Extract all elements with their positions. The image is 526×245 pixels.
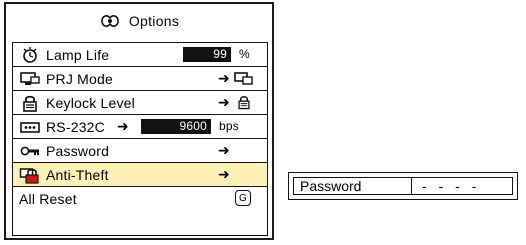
options-panel: Options Lamp Life 99 % PRJ Mode ➜ Keyloc… — [4, 2, 274, 240]
menu-item-anti-theft[interactable]: Anti-Theft ➜ — [13, 163, 267, 187]
menu-item-rs232c[interactable]: RS-232C ➜ 9600 bps — [13, 115, 267, 139]
key-icon — [19, 142, 41, 160]
lock-target-icon — [235, 93, 253, 114]
menu-item-label: Lamp Life — [46, 46, 110, 63]
menu-item-label: PRJ Mode — [46, 70, 113, 87]
menu-item-keylock-level[interactable]: Keylock Level ➜ — [13, 91, 267, 115]
clock-lamp-icon — [19, 46, 41, 64]
menu-item-all-reset[interactable]: All Reset G — [13, 187, 267, 211]
menu-item-lamp-life[interactable]: Lamp Life 99 % — [13, 43, 267, 67]
menu-item-label: Password — [46, 142, 110, 159]
lock-icon — [19, 94, 41, 112]
menu-item-label: Keylock Level — [46, 94, 135, 111]
arrow-right-icon: ➜ — [218, 166, 230, 182]
menu-item-password[interactable]: Password ➜ — [13, 139, 267, 163]
baud-rate-unit: bps — [219, 119, 239, 133]
menu-item-label: All Reset — [19, 191, 77, 207]
enter-g-icon: G — [235, 190, 251, 206]
projector-mode-icon — [19, 70, 41, 88]
password-entry-box: Password - - - - — [288, 172, 518, 200]
serial-port-icon — [19, 118, 41, 136]
projector-mode-target-icon — [233, 70, 255, 91]
options-icon — [99, 12, 121, 30]
menu-item-prj-mode[interactable]: PRJ Mode ➜ — [13, 67, 267, 91]
options-menu: Lamp Life 99 % PRJ Mode ➜ Keylock Level … — [12, 42, 268, 236]
password-label: Password — [294, 178, 412, 194]
password-input[interactable]: - - - - — [412, 178, 480, 194]
anti-theft-icon — [19, 166, 41, 184]
arrow-right-icon: ➜ — [218, 70, 230, 86]
password-entry-inner: Password - - - - — [293, 177, 513, 195]
options-title-bar: Options — [6, 4, 272, 38]
arrow-right-icon: ➜ — [218, 94, 230, 110]
options-title: Options — [128, 13, 180, 29]
lamp-life-unit: % — [239, 47, 250, 61]
lamp-life-value: 99 — [183, 47, 231, 62]
menu-item-label: RS-232C — [46, 118, 105, 135]
menu-item-label: Anti-Theft — [46, 166, 109, 183]
arrow-right-icon: ➜ — [117, 118, 129, 134]
arrow-right-icon: ➜ — [218, 142, 230, 158]
baud-rate-value: 9600 — [141, 119, 211, 134]
